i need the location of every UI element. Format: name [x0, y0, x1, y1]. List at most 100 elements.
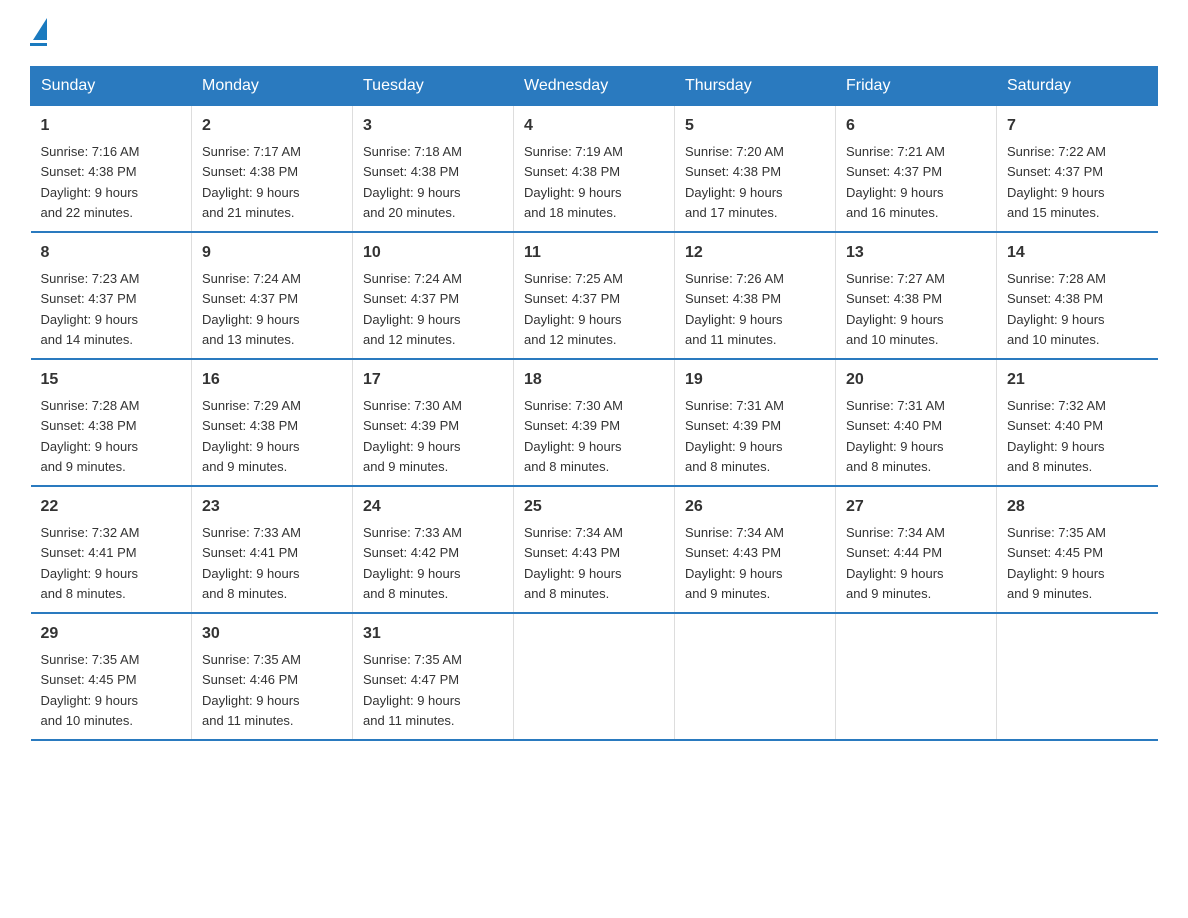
calendar-table: SundayMondayTuesdayWednesdayThursdayFrid…	[30, 66, 1158, 741]
week-row-4: 22Sunrise: 7:32 AMSunset: 4:41 PMDayligh…	[31, 486, 1158, 613]
day-info: Sunrise: 7:34 AMSunset: 4:44 PMDaylight:…	[846, 525, 945, 601]
week-row-5: 29 Sunrise: 7:35 AMSunset: 4:45 PMDayligh…	[31, 613, 1158, 740]
calendar-cell: 27 Sunrise: 7:34 AMSunset: 4:44 PMDayligh…	[836, 486, 997, 613]
calendar-cell: 8Sunrise: 7:23 AMSunset: 4:37 PMDaylight…	[31, 232, 192, 359]
day-number: 21	[1007, 368, 1148, 392]
calendar-cell: 14 Sunrise: 7:28 AMSunset: 4:38 PMDayligh…	[997, 232, 1158, 359]
day-info: Sunrise: 7:31 AMSunset: 4:40 PMDaylight:…	[846, 398, 945, 474]
calendar-cell: 18 Sunrise: 7:30 AMSunset: 4:39 PMDayligh…	[514, 359, 675, 486]
day-info: Sunrise: 7:26 AMSunset: 4:38 PMDaylight:…	[685, 271, 784, 347]
day-info: Sunrise: 7:25 AMSunset: 4:37 PMDaylight:…	[524, 271, 623, 347]
day-number: 17	[363, 368, 503, 392]
weekday-header-friday: Friday	[836, 67, 997, 106]
day-number: 14	[1007, 241, 1148, 265]
day-info: Sunrise: 7:18 AMSunset: 4:38 PMDaylight:…	[363, 144, 462, 220]
week-row-1: 1Sunrise: 7:16 AMSunset: 4:38 PMDaylight…	[31, 106, 1158, 233]
day-number: 11	[524, 241, 664, 265]
day-info: Sunrise: 7:30 AMSunset: 4:39 PMDaylight:…	[363, 398, 462, 474]
calendar-cell: 21 Sunrise: 7:32 AMSunset: 4:40 PMDayligh…	[997, 359, 1158, 486]
calendar-cell: 10 Sunrise: 7:24 AMSunset: 4:37 PMDayligh…	[353, 232, 514, 359]
calendar-cell	[836, 613, 997, 740]
day-info: Sunrise: 7:30 AMSunset: 4:39 PMDaylight:…	[524, 398, 623, 474]
page-header	[30, 20, 1158, 46]
calendar-cell: 15Sunrise: 7:28 AMSunset: 4:38 PMDayligh…	[31, 359, 192, 486]
day-info: Sunrise: 7:32 AMSunset: 4:40 PMDaylight:…	[1007, 398, 1106, 474]
day-info: Sunrise: 7:33 AMSunset: 4:41 PMDaylight:…	[202, 525, 301, 601]
calendar-cell: 6 Sunrise: 7:21 AMSunset: 4:37 PMDaylight…	[836, 106, 997, 233]
calendar-cell	[997, 613, 1158, 740]
day-number: 26	[685, 495, 825, 519]
day-info: Sunrise: 7:17 AMSunset: 4:38 PMDaylight:…	[202, 144, 301, 220]
weekday-header-sunday: Sunday	[31, 67, 192, 106]
day-info: Sunrise: 7:21 AMSunset: 4:37 PMDaylight:…	[846, 144, 945, 220]
weekday-header-monday: Monday	[192, 67, 353, 106]
calendar-cell: 17 Sunrise: 7:30 AMSunset: 4:39 PMDayligh…	[353, 359, 514, 486]
day-number: 4	[524, 114, 664, 138]
day-number: 12	[685, 241, 825, 265]
day-number: 28	[1007, 495, 1148, 519]
day-info: Sunrise: 7:35 AMSunset: 4:46 PMDaylight:…	[202, 652, 301, 728]
calendar-cell: 30 Sunrise: 7:35 AMSunset: 4:46 PMDayligh…	[192, 613, 353, 740]
day-info: Sunrise: 7:34 AMSunset: 4:43 PMDaylight:…	[685, 525, 784, 601]
calendar-cell: 31 Sunrise: 7:35 AMSunset: 4:47 PMDayligh…	[353, 613, 514, 740]
day-number: 16	[202, 368, 342, 392]
weekday-header-thursday: Thursday	[675, 67, 836, 106]
day-info: Sunrise: 7:28 AMSunset: 4:38 PMDaylight:…	[1007, 271, 1106, 347]
day-number: 29	[41, 622, 182, 646]
day-number: 8	[41, 241, 182, 265]
day-number: 24	[363, 495, 503, 519]
day-info: Sunrise: 7:31 AMSunset: 4:39 PMDaylight:…	[685, 398, 784, 474]
calendar-cell: 1Sunrise: 7:16 AMSunset: 4:38 PMDaylight…	[31, 106, 192, 233]
day-number: 20	[846, 368, 986, 392]
day-info: Sunrise: 7:29 AMSunset: 4:38 PMDaylight:…	[202, 398, 301, 474]
day-number: 27	[846, 495, 986, 519]
day-info: Sunrise: 7:24 AMSunset: 4:37 PMDaylight:…	[363, 271, 462, 347]
day-number: 31	[363, 622, 503, 646]
calendar-cell: 19 Sunrise: 7:31 AMSunset: 4:39 PMDayligh…	[675, 359, 836, 486]
calendar-cell: 3 Sunrise: 7:18 AMSunset: 4:38 PMDaylight…	[353, 106, 514, 233]
calendar-cell	[675, 613, 836, 740]
weekday-header-saturday: Saturday	[997, 67, 1158, 106]
calendar-cell: 23 Sunrise: 7:33 AMSunset: 4:41 PMDayligh…	[192, 486, 353, 613]
day-number: 2	[202, 114, 342, 138]
day-number: 13	[846, 241, 986, 265]
day-info: Sunrise: 7:35 AMSunset: 4:45 PMDaylight:…	[41, 652, 140, 728]
calendar-cell	[514, 613, 675, 740]
day-number: 30	[202, 622, 342, 646]
day-info: Sunrise: 7:20 AMSunset: 4:38 PMDaylight:…	[685, 144, 784, 220]
day-number: 18	[524, 368, 664, 392]
day-number: 15	[41, 368, 182, 392]
day-info: Sunrise: 7:27 AMSunset: 4:38 PMDaylight:…	[846, 271, 945, 347]
day-info: Sunrise: 7:19 AMSunset: 4:38 PMDaylight:…	[524, 144, 623, 220]
calendar-cell: 26 Sunrise: 7:34 AMSunset: 4:43 PMDayligh…	[675, 486, 836, 613]
day-info: Sunrise: 7:35 AMSunset: 4:45 PMDaylight:…	[1007, 525, 1106, 601]
day-info: Sunrise: 7:32 AMSunset: 4:41 PMDaylight:…	[41, 525, 140, 601]
day-number: 25	[524, 495, 664, 519]
calendar-cell: 4 Sunrise: 7:19 AMSunset: 4:38 PMDaylight…	[514, 106, 675, 233]
calendar-cell: 2 Sunrise: 7:17 AMSunset: 4:38 PMDaylight…	[192, 106, 353, 233]
weekday-header-tuesday: Tuesday	[353, 67, 514, 106]
day-number: 23	[202, 495, 342, 519]
week-row-2: 8Sunrise: 7:23 AMSunset: 4:37 PMDaylight…	[31, 232, 1158, 359]
calendar-cell: 28 Sunrise: 7:35 AMSunset: 4:45 PMDayligh…	[997, 486, 1158, 613]
logo-underline	[30, 43, 47, 46]
day-info: Sunrise: 7:34 AMSunset: 4:43 PMDaylight:…	[524, 525, 623, 601]
day-number: 3	[363, 114, 503, 138]
calendar-cell: 20 Sunrise: 7:31 AMSunset: 4:40 PMDayligh…	[836, 359, 997, 486]
weekday-header-wednesday: Wednesday	[514, 67, 675, 106]
day-number: 5	[685, 114, 825, 138]
day-info: Sunrise: 7:22 AMSunset: 4:37 PMDaylight:…	[1007, 144, 1106, 220]
calendar-cell: 9 Sunrise: 7:24 AMSunset: 4:37 PMDaylight…	[192, 232, 353, 359]
day-info: Sunrise: 7:16 AMSunset: 4:38 PMDaylight:…	[41, 144, 140, 220]
day-info: Sunrise: 7:24 AMSunset: 4:37 PMDaylight:…	[202, 271, 301, 347]
calendar-cell: 25 Sunrise: 7:34 AMSunset: 4:43 PMDayligh…	[514, 486, 675, 613]
logo	[30, 20, 47, 46]
day-info: Sunrise: 7:35 AMSunset: 4:47 PMDaylight:…	[363, 652, 462, 728]
day-number: 9	[202, 241, 342, 265]
day-number: 6	[846, 114, 986, 138]
calendar-cell: 13 Sunrise: 7:27 AMSunset: 4:38 PMDayligh…	[836, 232, 997, 359]
calendar-cell: 7Sunrise: 7:22 AMSunset: 4:37 PMDaylight…	[997, 106, 1158, 233]
calendar-cell: 29 Sunrise: 7:35 AMSunset: 4:45 PMDayligh…	[31, 613, 192, 740]
day-number: 19	[685, 368, 825, 392]
day-number: 10	[363, 241, 503, 265]
